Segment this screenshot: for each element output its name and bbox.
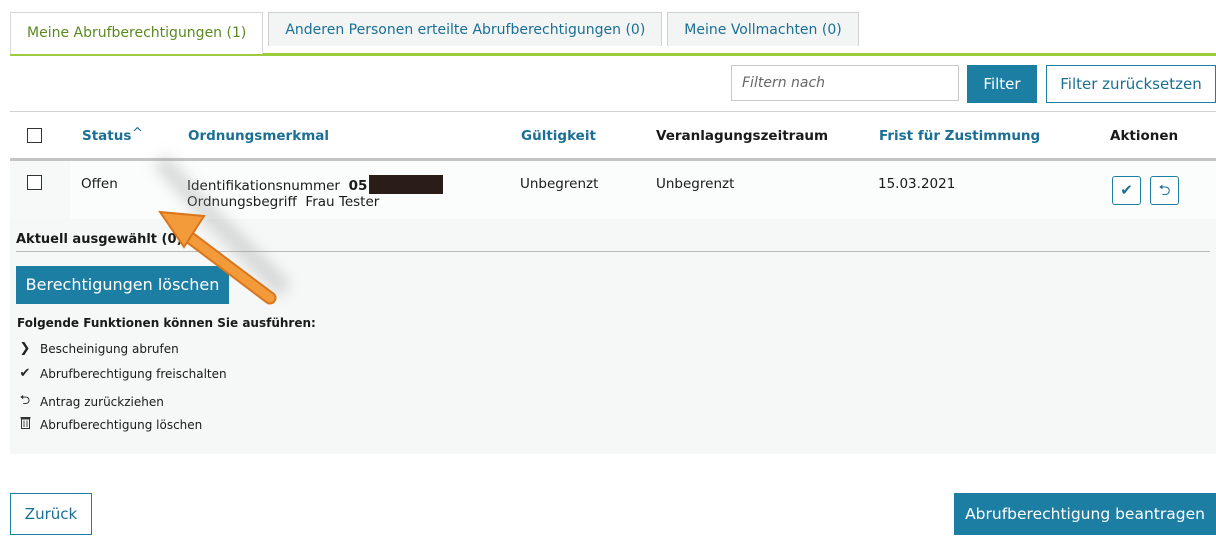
row-checkbox[interactable] [27,175,42,190]
column-veranlagungszeitraum-header: Veranlagungszeitraum [656,128,829,144]
function-item: ❯ Bescheinigung abrufen [17,341,179,356]
function-item: ⮌ Antrag zurückziehen [17,391,164,413]
row-status: Offen [81,176,118,192]
row-frist: 15.03.2021 [878,176,956,192]
table-header: Status ^ Ordnungsmerkmal Gültigkeit Vera… [10,112,1216,158]
chevron-right-icon: ❯ [19,341,31,356]
functions-title: Folgende Funktionen können Sie ausführen… [17,316,316,330]
column-gueltigkeit-header[interactable]: Gültigkeit [521,128,596,144]
selection-count: Aktuell ausgewählt (0) [16,232,183,247]
select-all-checkbox[interactable] [27,128,42,143]
approve-button[interactable]: ✔ [1112,176,1141,205]
undo-icon: ⮌ [19,393,31,408]
tab-meine-abrufberechtigungen[interactable]: Meine Abrufberechtigungen (1) [10,12,264,54]
checkmark-icon: ✔ [1120,181,1133,199]
column-status-header[interactable]: Status [82,128,131,144]
panel-divider [16,251,1210,252]
sort-ascending-icon[interactable]: ^ [132,126,143,141]
tab-bar: Meine Abrufberechtigungen (1) Anderen Pe… [10,12,864,54]
id-label: Identifikationsnummer [187,178,340,194]
row-gueltigkeit: Unbegrenzt [520,176,599,192]
trash-icon [17,416,33,433]
ordnungsbegriff-label: Ordnungsbegriff [187,194,297,210]
function-item: Abrufberechtigung löschen [17,416,202,433]
column-aktionen-header: Aktionen [1110,128,1179,144]
row-ordnungsbegriff: Ordnungsbegriff Frau Tester [187,194,379,210]
row-veranlagungszeitraum: Unbegrenzt [656,176,735,192]
tab-anderen-personen-erteilte[interactable]: Anderen Personen erteilte Abrufberechtig… [268,12,663,46]
delete-permissions-button[interactable]: Berechtigungen löschen [16,266,229,304]
withdraw-button[interactable]: ⮌ [1150,176,1179,205]
id-value: 05 [348,178,368,194]
tab-meine-vollmachten[interactable]: Meine Vollmachten (0) [667,12,859,46]
request-permission-button[interactable]: Abrufberechtigung beantragen [954,493,1216,535]
filter-button[interactable]: Filter [967,65,1037,103]
function-label: Antrag zurückziehen [40,395,164,409]
checkmark-icon: ✔ [19,366,31,381]
ordnungsbegriff-value: Frau Tester [305,194,380,210]
row-identifikationsnummer: Identifikationsnummer 05 [187,175,444,194]
function-label: Abrufberechtigung freischalten [40,366,227,381]
function-label: Bescheinigung abrufen [40,341,179,356]
function-item: ✔ Abrufberechtigung freischalten [17,366,227,381]
filter-input[interactable]: Filtern nach [731,65,959,101]
table-row: Offen Identifikationsnummer 05 Ordnungsb… [10,161,1216,219]
column-ordnungsmerkmal-header[interactable]: Ordnungsmerkmal [188,128,329,144]
redaction-box [369,175,444,194]
undo-icon: ⮌ [1158,181,1171,199]
filter-reset-button[interactable]: Filter zurücksetzen [1046,65,1216,103]
function-label: Abrufberechtigung löschen [40,417,203,432]
back-button[interactable]: Zurück [10,493,92,535]
column-frist-header[interactable]: Frist für Zustimmung [879,128,1040,144]
